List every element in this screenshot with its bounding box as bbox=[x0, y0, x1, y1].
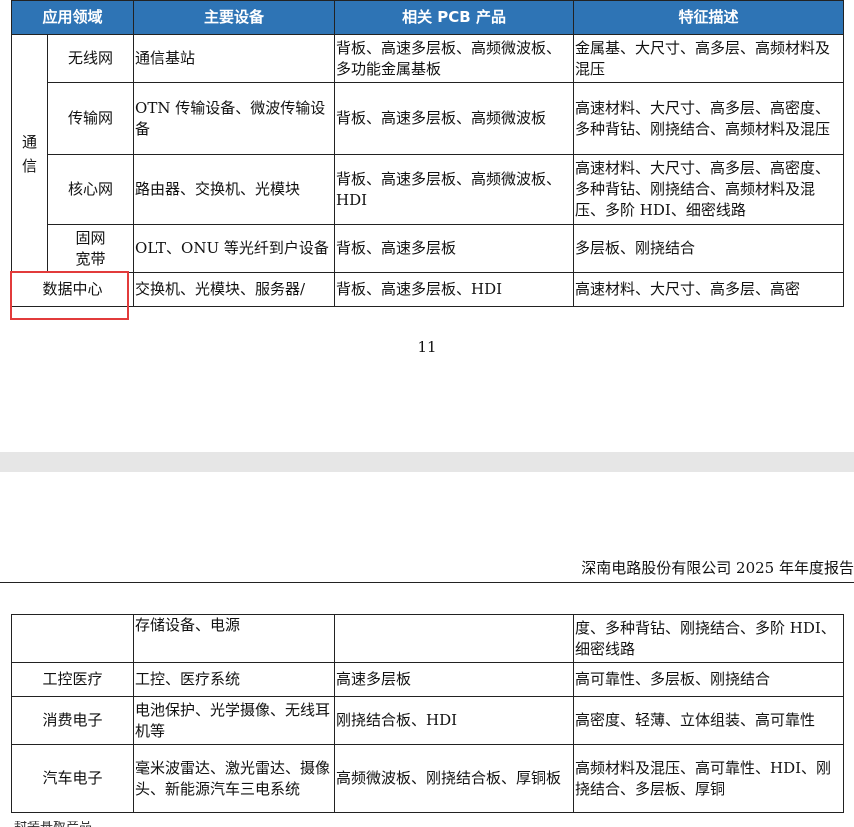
report-header: 深南电路股份有限公司 2025 年年度报告 bbox=[581, 559, 854, 577]
table-row: 通信 无线网 通信基站 背板、高速多层板、高频微波板、多功能金属基板 金属基、大… bbox=[11, 34, 845, 273]
table-row: 工控医疗 工控、医疗系统 高速多层板 高可靠性、多层板、刚挠结合 bbox=[11, 662, 844, 697]
header-related-pcb: 相关 PCB 产品 bbox=[334, 0, 575, 35]
feature-cell: 多层板、刚挠结合 bbox=[573, 224, 845, 273]
table-row: 固网 宽带 OLT、ONU 等光纤到户设备 背板、高速多层板 多层板、刚挠结合 bbox=[12, 224, 845, 273]
feature-cell: 高速材料、大尺寸、高多层、高密 bbox=[573, 272, 845, 307]
feature-cell: 高速材料、大尺寸、高多层、高密度、多种背钻、刚挠结合、高频材料及混压 bbox=[573, 82, 845, 155]
device-cell: 工控、医疗系统 bbox=[133, 662, 335, 697]
pcb-cell: 背板、高速多层板 bbox=[334, 224, 575, 273]
group-label: 通信 bbox=[22, 132, 38, 175]
sub-label: 传输网 bbox=[46, 82, 135, 155]
page-number: 11 bbox=[417, 338, 437, 356]
table-header-row: 应用领域 主要设备 相关 PCB 产品 特征描述 bbox=[10, 0, 845, 35]
header-feature: 特征描述 bbox=[573, 0, 845, 35]
top-table: 应用领域 主要设备 相关 PCB 产品 特征描述 通信 无线网 通信基站 背板、… bbox=[10, 0, 845, 307]
device-cell: OTN 传输设备、微波传输设备 bbox=[133, 82, 336, 155]
device-cell: 路由器、交换机、光模块 bbox=[133, 154, 336, 225]
pcb-cell: 高速多层板 bbox=[334, 662, 574, 697]
table-row: 消费电子 电池保护、光学摄像、无线耳机等 刚挠结合板、HDI 高密度、轻薄、立体… bbox=[11, 696, 844, 745]
pcb-cell: 背板、高速多层板、HDI bbox=[334, 272, 575, 307]
group-label-cell: 通信 bbox=[11, 34, 48, 273]
field-label: 工控医疗 bbox=[11, 662, 134, 697]
sub-label: 核心网 bbox=[46, 154, 135, 225]
header-application-field: 应用领域 bbox=[10, 0, 135, 35]
table-row: 存储设备、电源 度、多种背钻、刚挠结合、多阶 HDI、细密线路 bbox=[11, 614, 844, 663]
feature-cell: 高频材料及混压、高可靠性、HDI、刚挠结合、多层板、厚铜 bbox=[573, 744, 844, 813]
pcb-cell: 高频微波板、刚挠结合板、厚铜板 bbox=[334, 744, 574, 813]
pcb-cell: 刚挠结合板、HDI bbox=[334, 696, 574, 745]
feature-cell: 高密度、轻薄、立体组装、高可靠性 bbox=[573, 696, 844, 745]
device-cell: OLT、ONU 等光纤到户设备 bbox=[133, 224, 336, 273]
header-main-equipment: 主要设备 bbox=[133, 0, 336, 35]
pcb-cell: 背板、高速多层板、高频微波板、HDI bbox=[334, 154, 575, 225]
device-cell: 通信基站 bbox=[133, 34, 336, 83]
bottom-table: 存储设备、电源 度、多种背钻、刚挠结合、多阶 HDI、细密线路 工控医疗 工控、… bbox=[11, 614, 844, 813]
device-cell: 电池保护、光学摄像、无线耳机等 bbox=[133, 696, 335, 745]
pcb-cell bbox=[334, 614, 574, 663]
header-rule bbox=[0, 582, 854, 583]
footer-fragment: 封装基板产品 bbox=[14, 821, 92, 827]
page-gap bbox=[0, 452, 854, 472]
feature-cell: 金属基、大尺寸、高多层、高频材料及混压 bbox=[573, 34, 845, 83]
table-row: 核心网 路由器、交换机、光模块 背板、高速多层板、高频微波板、HDI 高速材料、… bbox=[12, 154, 845, 225]
field-label: 汽车电子 bbox=[11, 744, 134, 813]
pcb-cell: 背板、高速多层板、高频微波板 bbox=[334, 82, 575, 155]
field-label: 消费电子 bbox=[11, 696, 134, 745]
feature-cell: 高可靠性、多层板、刚挠结合 bbox=[573, 662, 844, 697]
sub-label: 无线网 bbox=[46, 34, 135, 83]
highlight-box bbox=[10, 271, 129, 320]
table-row: 汽车电子 毫米波雷达、激光雷达、摄像头、新能源汽车三电系统 高频微波板、刚挠结合… bbox=[11, 744, 844, 813]
field-label bbox=[11, 614, 134, 663]
sub-label: 固网 宽带 bbox=[46, 224, 135, 273]
feature-cell: 高速材料、大尺寸、高多层、高密度、多种背钻、刚挠结合、高频材料及混压、多阶 HD… bbox=[573, 154, 845, 225]
device-cell: 交换机、光模块、服务器/ bbox=[133, 272, 336, 307]
feature-cell: 度、多种背钻、刚挠结合、多阶 HDI、细密线路 bbox=[573, 614, 844, 663]
device-cell: 存储设备、电源 bbox=[133, 614, 335, 663]
table-row-datacenter: 数据中心 交换机、光模块、服务器/ 背板、高速多层板、HDI 高速材料、大尺寸、… bbox=[10, 272, 845, 307]
table-row: 传输网 OTN 传输设备、微波传输设备 背板、高速多层板、高频微波板 高速材料、… bbox=[12, 82, 845, 155]
pcb-cell: 背板、高速多层板、高频微波板、多功能金属基板 bbox=[334, 34, 575, 83]
device-cell: 毫米波雷达、激光雷达、摄像头、新能源汽车三电系统 bbox=[133, 744, 335, 813]
